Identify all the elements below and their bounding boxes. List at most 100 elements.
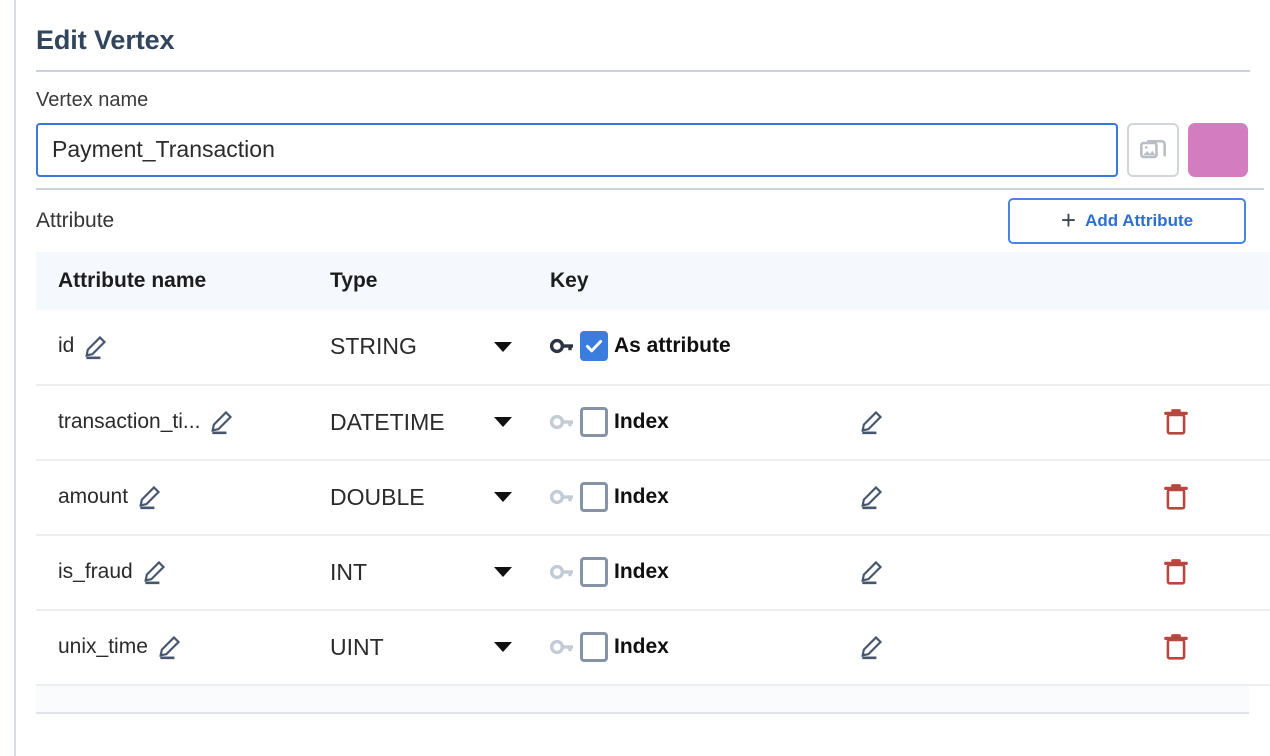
edit-attribute-button[interactable] bbox=[838, 636, 884, 660]
table-footer-strip bbox=[36, 685, 1249, 714]
key-checkbox-label: Index bbox=[614, 559, 669, 583]
attribute-type-value: DOUBLE bbox=[330, 483, 425, 510]
checkmark-icon bbox=[585, 340, 603, 353]
attribute-name-cell: amount bbox=[36, 460, 330, 535]
table-row: transaction_ti... DATETIME Index bbox=[36, 385, 1270, 460]
attribute-type-value: DATETIME bbox=[330, 408, 445, 435]
key-checkbox-label: As attribute bbox=[614, 334, 731, 358]
attribute-delete-cell bbox=[1088, 535, 1270, 610]
attribute-section-header: Attribute + Add Attribute bbox=[36, 190, 1248, 252]
column-header-key: Key bbox=[550, 268, 589, 292]
vertex-name-row bbox=[36, 122, 1248, 177]
column-header-type: Type bbox=[330, 268, 378, 292]
edit-pencil-icon[interactable] bbox=[208, 409, 234, 435]
edit-attribute-button[interactable] bbox=[838, 411, 884, 435]
column-header-attribute-name: Attribute name bbox=[58, 268, 207, 292]
attribute-edit-cell bbox=[838, 310, 1088, 385]
attribute-name-cell: unix_time bbox=[36, 610, 330, 685]
panel-header: Edit Vertex bbox=[36, 0, 1248, 70]
key-checkbox[interactable] bbox=[580, 556, 608, 587]
image-picker-button[interactable] bbox=[1127, 122, 1179, 177]
vertex-name-input[interactable] bbox=[36, 122, 1118, 177]
attribute-type-value: STRING bbox=[330, 333, 417, 360]
table-header-row: Attribute name Type Key bbox=[36, 251, 1270, 310]
attribute-key-cell: Index bbox=[550, 385, 838, 460]
vertex-color-swatch[interactable] bbox=[1188, 122, 1248, 177]
add-attribute-label: Add Attribute bbox=[1085, 210, 1194, 230]
plus-icon: + bbox=[1060, 204, 1077, 235]
table-row: is_fraud INT Index bbox=[36, 535, 1270, 610]
edit-attribute-button[interactable] bbox=[838, 561, 884, 585]
delete-attribute-button[interactable] bbox=[1088, 484, 1189, 510]
attribute-name-text: id bbox=[58, 334, 75, 358]
key-icon bbox=[550, 639, 573, 654]
chevron-down-icon[interactable] bbox=[494, 642, 512, 653]
key-checkbox[interactable] bbox=[580, 331, 608, 362]
edit-pencil-icon[interactable] bbox=[141, 559, 167, 585]
key-icon bbox=[550, 564, 573, 579]
edit-pencil-icon[interactable] bbox=[156, 634, 182, 660]
key-checkbox[interactable] bbox=[580, 406, 608, 437]
attribute-name-text: transaction_ti... bbox=[58, 409, 201, 433]
edit-pencil-icon[interactable] bbox=[858, 484, 884, 510]
attribute-delete-cell bbox=[1088, 610, 1270, 685]
delete-trash-icon[interactable] bbox=[1163, 408, 1189, 436]
key-checkbox-label: Index bbox=[614, 484, 669, 508]
attribute-delete-cell bbox=[1088, 385, 1270, 460]
column-header-delete bbox=[1088, 252, 1270, 310]
attribute-name-text: is_fraud bbox=[58, 559, 133, 583]
page-title: Edit Vertex bbox=[36, 25, 175, 55]
column-header-edit bbox=[838, 252, 1088, 310]
add-attribute-button[interactable]: + Add Attribute bbox=[1008, 197, 1246, 244]
edit-pencil-icon[interactable] bbox=[858, 634, 884, 660]
attribute-name-cell: id bbox=[36, 310, 330, 385]
delete-attribute-button[interactable] bbox=[1088, 409, 1189, 435]
table-row: id STRING As attribute bbox=[36, 310, 1270, 385]
attribute-type-cell: DOUBLE bbox=[330, 460, 550, 535]
attribute-key-cell: Index bbox=[550, 610, 838, 685]
attribute-name-cell: is_fraud bbox=[36, 535, 330, 610]
attribute-name-text: unix_time bbox=[58, 634, 148, 658]
chevron-down-icon[interactable] bbox=[494, 492, 512, 503]
edit-pencil-icon[interactable] bbox=[858, 559, 884, 585]
attribute-table: Attribute name Type Key id STRING As attri… bbox=[36, 251, 1270, 686]
edit-pencil-icon[interactable] bbox=[136, 484, 162, 510]
attribute-edit-cell bbox=[838, 535, 1088, 610]
key-checkbox[interactable] bbox=[580, 631, 608, 662]
chevron-down-icon[interactable] bbox=[494, 341, 512, 352]
attribute-type-value: INT bbox=[330, 558, 368, 585]
table-row: amount DOUBLE Index bbox=[36, 460, 1270, 535]
key-checkbox-label: Index bbox=[614, 409, 669, 433]
edit-pencil-icon[interactable] bbox=[82, 334, 108, 360]
attribute-edit-cell bbox=[838, 385, 1088, 460]
image-icon bbox=[1140, 139, 1166, 158]
delete-attribute-button[interactable] bbox=[1088, 559, 1189, 585]
chevron-down-icon[interactable] bbox=[494, 567, 512, 578]
attribute-type-cell: UINT bbox=[330, 610, 550, 685]
attribute-key-cell: As attribute bbox=[550, 310, 838, 385]
key-icon bbox=[550, 489, 573, 504]
attribute-name-text: amount bbox=[58, 484, 129, 508]
delete-trash-icon[interactable] bbox=[1163, 483, 1189, 511]
delete-attribute-button[interactable] bbox=[1088, 634, 1189, 660]
table-row: unix_time UINT Index bbox=[36, 610, 1270, 685]
attribute-table-body: id STRING As attribute transaction_ti... DAT… bbox=[36, 310, 1270, 685]
attribute-edit-cell bbox=[838, 460, 1088, 535]
vertex-name-label: Vertex name bbox=[36, 88, 149, 111]
key-checkbox[interactable] bbox=[580, 481, 608, 512]
attribute-edit-cell bbox=[838, 610, 1088, 685]
attribute-type-value: UINT bbox=[330, 633, 384, 660]
delete-trash-icon[interactable] bbox=[1163, 633, 1189, 661]
edit-pencil-icon[interactable] bbox=[858, 409, 884, 435]
attribute-type-cell: DATETIME bbox=[330, 385, 550, 460]
attribute-type-cell: INT bbox=[330, 535, 550, 610]
attribute-delete-cell bbox=[1088, 460, 1270, 535]
edit-vertex-panel: Edit Vertex Vertex name Attribute + Add … bbox=[14, 0, 1270, 756]
attribute-delete-cell bbox=[1088, 310, 1270, 385]
attribute-key-cell: Index bbox=[550, 460, 838, 535]
delete-trash-icon[interactable] bbox=[1163, 558, 1189, 586]
edit-attribute-button[interactable] bbox=[838, 486, 884, 510]
chevron-down-icon[interactable] bbox=[494, 417, 512, 428]
key-checkbox-label: Index bbox=[614, 634, 669, 658]
attribute-label: Attribute bbox=[36, 208, 115, 232]
